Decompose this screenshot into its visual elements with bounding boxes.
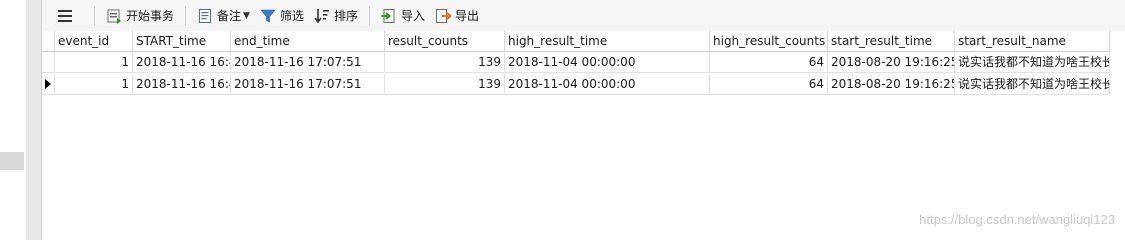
memo-label: 备注: [217, 9, 242, 23]
table-row[interactable]: 1 2018-11-16 16:4 2018-11-16 17:07:51 13…: [42, 52, 1110, 73]
table-cell[interactable]: 2018-11-04 00:00:00: [505, 74, 710, 95]
column-header[interactable]: high_result_counts: [710, 31, 828, 52]
import-icon: [381, 8, 395, 23]
watermark-text: https://blog.csdn.net/wangliuqi123: [919, 212, 1115, 227]
table-cell[interactable]: 说实话我都不知道为啥王校长: [955, 52, 1110, 73]
table-cell[interactable]: 64: [710, 74, 828, 95]
column-header[interactable]: end_time: [231, 31, 385, 52]
table-cell[interactable]: 2018-11-04 00:00:00: [505, 52, 710, 73]
table-cell[interactable]: 1: [55, 52, 133, 73]
table-cell[interactable]: 2018-11-16 17:07:51: [231, 74, 385, 95]
table-cell[interactable]: 2018-11-16 17:07:51: [231, 52, 385, 73]
export-label: 导出: [455, 9, 480, 23]
menu-icon: [58, 9, 72, 22]
begin-transaction-button[interactable]: 开始事务: [101, 4, 179, 28]
collapsed-panel-handle[interactable]: [0, 152, 24, 170]
import-button[interactable]: 导入: [376, 4, 430, 28]
export-button[interactable]: 导出: [430, 4, 484, 28]
memo-button[interactable]: 备注 ▼: [192, 4, 255, 28]
table-cell[interactable]: 说实话我都不知道为啥王校长: [955, 74, 1110, 95]
column-header[interactable]: START_time: [133, 31, 231, 52]
left-border-strip: [26, 0, 42, 240]
table-cell[interactable]: 2018-11-16 16:4: [133, 52, 231, 73]
table-cell[interactable]: 139: [385, 74, 505, 95]
menu-button[interactable]: [42, 4, 88, 28]
header-indicator-cell[interactable]: [42, 31, 55, 52]
table-cell[interactable]: 2018-11-16 16:4: [133, 74, 231, 95]
table-cell[interactable]: 1: [55, 74, 133, 95]
data-grid: event_id START_time end_time result_coun…: [42, 31, 1125, 240]
filter-label: 筛选: [279, 9, 304, 23]
column-header[interactable]: start_result_time: [828, 31, 955, 52]
left-gutter: [0, 0, 26, 240]
column-header[interactable]: high_result_time: [505, 31, 710, 52]
export-icon: [436, 8, 451, 23]
row-indicator-cell[interactable]: [42, 52, 55, 73]
table-cell[interactable]: 64: [710, 52, 828, 73]
column-header[interactable]: start_result_name: [955, 31, 1110, 52]
toolbar: 开始事务 备注 ▼ 筛选 排序 导入 导出: [42, 0, 1125, 32]
sort-button[interactable]: 排序: [309, 4, 363, 28]
begin-transaction-label: 开始事务: [126, 9, 175, 23]
table-cell[interactable]: 139: [385, 52, 505, 73]
toolbar-divider: [185, 5, 187, 26]
table-row-current[interactable]: 1 2018-11-16 16:4 2018-11-16 17:07:51 13…: [42, 74, 1110, 95]
memo-icon: [199, 8, 212, 23]
row-pointer-icon: [45, 79, 51, 89]
sort-label: 排序: [333, 9, 358, 23]
column-header[interactable]: event_id: [55, 31, 133, 52]
filter-icon: [260, 9, 276, 22]
table-cell[interactable]: 2018-08-20 19:16:25: [828, 74, 955, 95]
toolbar-divider: [94, 5, 95, 26]
row-indicator-cell[interactable]: [42, 74, 55, 95]
table-cell[interactable]: 2018-08-20 19:16:25: [828, 52, 955, 73]
chevron-down-icon[interactable]: ▼: [243, 11, 250, 21]
sort-icon: [314, 8, 329, 23]
filter-button[interactable]: 筛选: [255, 4, 309, 28]
toolbar-divider: [368, 5, 370, 26]
column-header[interactable]: result_counts: [385, 31, 505, 52]
header-row: event_id START_time end_time result_coun…: [42, 31, 1110, 52]
import-label: 导入: [400, 9, 425, 23]
begin-transaction-icon: [107, 9, 121, 24]
